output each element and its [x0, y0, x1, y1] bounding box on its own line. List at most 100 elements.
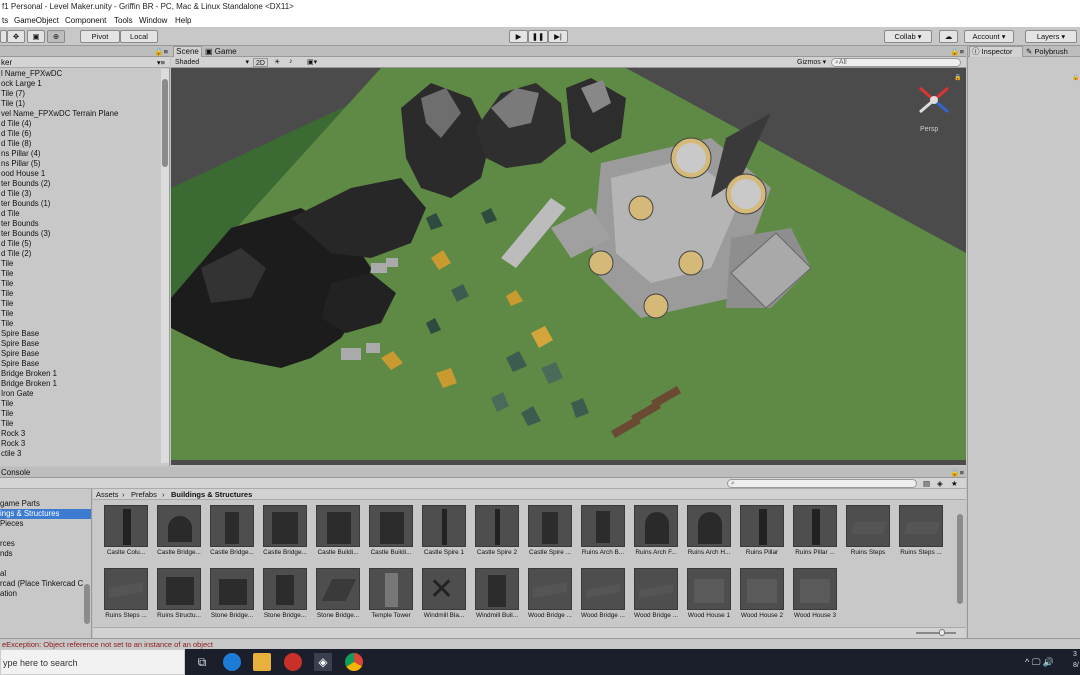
- asset-tile[interactable]: Ruins Arch F...: [631, 502, 681, 562]
- hierarchy-item[interactable]: Rock 3: [0, 439, 160, 449]
- menu-window[interactable]: Window: [139, 16, 167, 25]
- hierarchy-item[interactable]: Bridge Broken 1: [0, 369, 160, 379]
- audio-toggle-icon[interactable]: ♪: [289, 58, 293, 65]
- app-red-icon[interactable]: [284, 653, 302, 671]
- thumbnail-size-handle[interactable]: [939, 629, 945, 636]
- hierarchy-item[interactable]: Tile: [0, 299, 160, 309]
- hierarchy-item[interactable]: Spire Base: [0, 359, 160, 369]
- folder-item[interactable]: rcad (Place Tinkercad C: [0, 579, 91, 589]
- hierarchy-item[interactable]: Tile: [0, 399, 160, 409]
- account-button[interactable]: Account ▾: [964, 30, 1014, 43]
- menu-component[interactable]: Component: [65, 16, 106, 25]
- hierarchy-item[interactable]: Tile: [0, 279, 160, 289]
- status-bar[interactable]: eException: Object reference not set to …: [0, 638, 1080, 649]
- hierarchy-item[interactable]: Iron Gate: [0, 389, 160, 399]
- shading-dropdown[interactable]: Shaded ▾: [175, 58, 251, 67]
- tab-scene[interactable]: Scene: [173, 46, 202, 57]
- menu-gameobject[interactable]: GameObject: [14, 16, 59, 25]
- project-search-input[interactable]: ⌕: [727, 479, 917, 488]
- scene-search-input[interactable]: ⌕All: [831, 58, 961, 67]
- hierarchy-item[interactable]: l Name_FPXwDC: [0, 69, 160, 79]
- collab-button[interactable]: Collab ▾: [884, 30, 932, 43]
- folder-item[interactable]: ation: [0, 589, 91, 599]
- gizmos-dropdown[interactable]: Gizmos ▾: [797, 58, 826, 66]
- asset-tile[interactable]: Ruins Steps ...: [896, 502, 946, 562]
- asset-tile[interactable]: Temple Tower: [366, 565, 416, 625]
- viewport-lock-icon[interactable]: 🔒: [954, 74, 961, 81]
- asset-tile[interactable]: Castle Buildi...: [313, 502, 363, 562]
- asset-tile[interactable]: Castle Buildi...: [366, 502, 416, 562]
- transform-tool-button[interactable]: ⊕: [47, 30, 65, 43]
- lighting-toggle-icon[interactable]: ☀: [274, 58, 280, 66]
- asset-tile[interactable]: Wood House 2: [737, 565, 787, 625]
- scale-tool-button[interactable]: ▣: [27, 30, 45, 43]
- asset-tile[interactable]: Castle Spire ...: [525, 502, 575, 562]
- hierarchy-item[interactable]: ter Bounds (1): [0, 199, 160, 209]
- hierarchy-item[interactable]: Bridge Broken 1: [0, 379, 160, 389]
- file-explorer-icon[interactable]: [253, 653, 271, 671]
- asset-tile[interactable]: Stone Bridge...: [313, 565, 363, 625]
- hierarchy-item[interactable]: Spire Base: [0, 349, 160, 359]
- tab-polybrush[interactable]: ✎ Polybrush: [1026, 47, 1080, 57]
- asset-tile[interactable]: Castle Bridge...: [207, 502, 257, 562]
- asset-tile[interactable]: Ruins Pillar ...: [790, 502, 840, 562]
- system-tray-icons[interactable]: ^ 🖵 🔊: [1025, 657, 1054, 668]
- asset-tile[interactable]: Castle Bridge...: [260, 502, 310, 562]
- menu-help[interactable]: Help: [175, 16, 191, 25]
- folder-item-selected[interactable]: ings & Structures: [0, 509, 91, 519]
- asset-tile[interactable]: Ruins Structu...: [154, 565, 204, 625]
- filter-icon[interactable]: ▤: [923, 479, 930, 488]
- scene-lock-icon[interactable]: 🔒≡: [950, 47, 964, 56]
- label-icon[interactable]: ◈: [937, 479, 943, 488]
- hierarchy-item[interactable]: d Tile (4): [0, 119, 160, 129]
- asset-tile[interactable]: Castle Spire 2: [472, 502, 522, 562]
- hierarchy-item[interactable]: ter Bounds (3): [0, 229, 160, 239]
- local-button[interactable]: Local: [120, 30, 158, 43]
- project-lock-icon[interactable]: 🔒≡: [950, 468, 964, 477]
- asset-grid-scroll-thumb[interactable]: [957, 514, 963, 604]
- hierarchy-item[interactable]: d Tile (8): [0, 139, 160, 149]
- hierarchy-item[interactable]: ood House 1: [0, 169, 160, 179]
- hierarchy-scrollbar[interactable]: [161, 69, 169, 463]
- folder-item[interactable]: rces: [0, 539, 91, 549]
- folder-item[interactable]: Pieces: [0, 519, 91, 529]
- favorite-icon[interactable]: ★: [951, 479, 958, 488]
- hierarchy-item[interactable]: ctile 3: [0, 449, 160, 459]
- step-button[interactable]: ▶|: [548, 30, 568, 43]
- asset-tile[interactable]: Ruins Arch H...: [684, 502, 734, 562]
- folder-item[interactable]: [0, 529, 91, 539]
- hierarchy-item[interactable]: ns Pillar (4): [0, 149, 160, 159]
- hierarchy-item[interactable]: d Tile (5): [0, 239, 160, 249]
- hierarchy-item[interactable]: d Tile: [0, 209, 160, 219]
- menu-tools[interactable]: Tools: [114, 16, 133, 25]
- hierarchy-item[interactable]: vel Name_FPXwDC Terrain Plane: [0, 109, 160, 119]
- unity-icon[interactable]: ◈: [314, 653, 332, 671]
- asset-tile[interactable]: ✕ Windmill Bla...: [419, 565, 469, 625]
- hierarchy-item[interactable]: ns Pillar (5): [0, 159, 160, 169]
- effects-toggle-icon[interactable]: ▣▾: [307, 58, 317, 66]
- asset-tile[interactable]: Castle Bridge...: [154, 502, 204, 562]
- panel-menu-icon[interactable]: ▾≡: [157, 58, 165, 67]
- hierarchy-item[interactable]: Tile: [0, 309, 160, 319]
- task-view-icon[interactable]: ⧉: [193, 653, 211, 671]
- folder-item[interactable]: [0, 559, 91, 569]
- pivot-button[interactable]: Pivot: [80, 30, 120, 43]
- hierarchy-item[interactable]: d Tile (3): [0, 189, 160, 199]
- menu-assets[interactable]: ts: [2, 16, 8, 25]
- tab-console[interactable]: Console: [1, 468, 30, 477]
- hierarchy-item[interactable]: Tile: [0, 269, 160, 279]
- hierarchy-item[interactable]: Tile: [0, 419, 160, 429]
- hierarchy-item[interactable]: Rock 3: [0, 429, 160, 439]
- console-error-message[interactable]: eException: Object reference not set to …: [2, 640, 213, 649]
- asset-tile[interactable]: Stone Bridge...: [207, 565, 257, 625]
- hierarchy-item[interactable]: d Tile (2): [0, 249, 160, 259]
- clock-date[interactable]: 8/: [1073, 662, 1079, 669]
- hierarchy-item[interactable]: ter Bounds (2): [0, 179, 160, 189]
- asset-tile[interactable]: Wood Bridge ...: [631, 565, 681, 625]
- layers-button[interactable]: Layers ▾: [1025, 30, 1077, 43]
- folder-item[interactable]: al: [0, 569, 91, 579]
- asset-tile[interactable]: Ruins Steps ...: [101, 565, 151, 625]
- hierarchy-item[interactable]: Spire Base: [0, 329, 160, 339]
- rect-tool-button[interactable]: ✥: [7, 30, 25, 43]
- pause-button[interactable]: ❚❚: [528, 30, 548, 43]
